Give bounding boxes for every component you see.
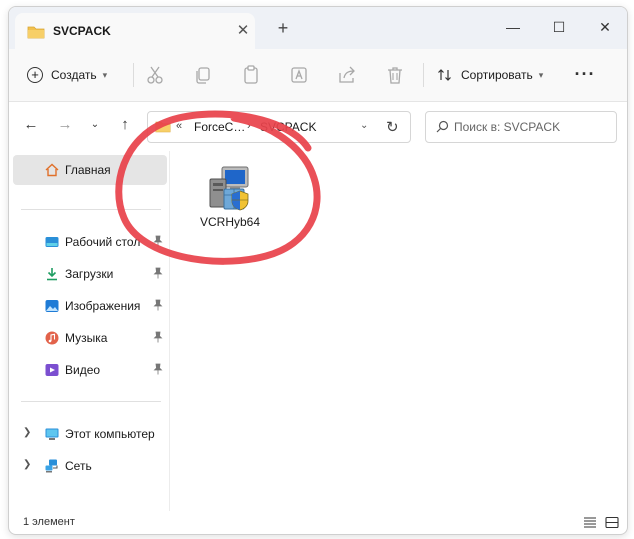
computer-icon: [45, 428, 59, 440]
copy-icon[interactable]: [191, 63, 215, 87]
paste-icon[interactable]: [239, 63, 263, 87]
search-placeholder: Поиск в: SVCPACK: [454, 120, 561, 134]
music-icon: [45, 331, 59, 345]
details-view-icon[interactable]: [583, 516, 597, 529]
new-tab-button[interactable]: +: [273, 19, 293, 39]
file-item[interactable]: VCRHyb64: [187, 165, 273, 245]
breadcrumb-forcec[interactable]: ForceC…: [194, 120, 245, 134]
tab-title: SVCPACK: [53, 24, 111, 38]
plus-icon: +: [27, 67, 43, 83]
search-box[interactable]: Поиск в: SVCPACK: [425, 111, 617, 143]
search-icon: [436, 120, 449, 133]
pin-icon[interactable]: [153, 299, 163, 311]
sidebar-item-music[interactable]: Музыка: [13, 323, 167, 353]
sidebar-item-pictures[interactable]: Изображения: [13, 291, 167, 321]
sidebar-item-label: Рабочий стол: [65, 235, 141, 249]
file-name: VCRHyb64: [199, 215, 261, 229]
explorer-window: SVCPACK ✕ + — ☐ ✕ + Создать ▾ Сортироват…: [8, 6, 628, 535]
sidebar-item-label: Главная: [65, 163, 111, 177]
item-count: 1 элемент: [23, 516, 75, 528]
download-icon: [47, 268, 57, 281]
more-options-button[interactable]: ···: [573, 63, 597, 87]
back-button[interactable]: ←: [19, 113, 43, 137]
create-label: Создать: [51, 68, 97, 82]
pin-icon[interactable]: [153, 267, 163, 279]
address-bar[interactable]: « ForceC… › SVCPACK ⌄ ↻: [147, 111, 411, 143]
folder-icon: [155, 121, 171, 133]
toolbar-divider: [423, 63, 424, 87]
pictures-icon: [45, 300, 59, 312]
create-button[interactable]: + Создать ▾: [27, 65, 107, 85]
cut-icon[interactable]: [143, 63, 167, 87]
delete-icon[interactable]: [383, 63, 407, 87]
folder-icon: [27, 26, 45, 39]
breadcrumb-separator[interactable]: ›: [247, 120, 251, 132]
sidebar-item-desktop[interactable]: Рабочий стол: [13, 227, 167, 257]
sidebar-item-label: Этот компьютер: [65, 427, 155, 441]
sort-icon: [438, 69, 451, 81]
breadcrumb-svcpack[interactable]: SVCPACK: [260, 120, 316, 134]
expand-chevron-icon[interactable]: ❯: [23, 427, 31, 438]
sidebar-item-label: Видео: [65, 363, 101, 377]
sidebar-item-home[interactable]: Главная: [13, 155, 167, 185]
sidebar-item-video[interactable]: Видео: [13, 355, 167, 385]
tab-close-button[interactable]: ✕: [233, 21, 253, 41]
sort-button[interactable]: Сортировать ▾: [437, 65, 543, 85]
sidebar-item-this-pc[interactable]: ❯ Этот компьютер: [13, 419, 167, 449]
sidebar-divider: [21, 401, 161, 402]
title-bar: SVCPACK ✕ + — ☐ ✕: [9, 7, 627, 49]
network-icon: [45, 459, 58, 473]
maximize-button[interactable]: ☐: [537, 13, 581, 41]
tiles-view-icon[interactable]: [605, 516, 619, 529]
navigation-pane: Главная Рабочий стол Загрузки Изображени…: [9, 151, 169, 511]
sidebar-item-downloads[interactable]: Загрузки: [13, 259, 167, 289]
recent-locations-button[interactable]: ⌄: [83, 113, 107, 137]
video-icon: [45, 364, 59, 376]
file-list: VCRHyb64: [171, 151, 627, 511]
overflow-chevron[interactable]: «: [176, 120, 182, 132]
refresh-icon[interactable]: ↻: [386, 118, 399, 136]
sidebar-item-label: Музыка: [65, 331, 108, 345]
chevron-down-icon: ▾: [102, 69, 108, 80]
share-icon[interactable]: [335, 63, 359, 87]
sidebar-divider: [21, 209, 161, 210]
pin-icon[interactable]: [153, 331, 163, 343]
desktop-icon: [45, 237, 59, 247]
sidebar-item-network[interactable]: ❯ Сеть: [13, 451, 167, 481]
sidebar-item-label: Загрузки: [65, 267, 114, 281]
command-bar: + Создать ▾ Сортировать ▾ ···: [9, 49, 627, 102]
toolbar-divider: [133, 63, 134, 87]
expand-chevron-icon[interactable]: ❯: [23, 459, 31, 470]
pin-icon[interactable]: [153, 363, 163, 375]
sidebar-item-label: Сеть: [65, 459, 92, 473]
sidebar-item-label: Изображения: [65, 299, 141, 313]
close-button[interactable]: ✕: [583, 13, 627, 41]
status-bar: 1 элемент: [9, 513, 627, 533]
minimize-button[interactable]: —: [491, 13, 535, 41]
up-button[interactable]: ↑: [113, 113, 137, 137]
address-dropdown-icon[interactable]: ⌄: [360, 120, 368, 131]
pane-divider: [169, 151, 170, 511]
forward-button[interactable]: →: [53, 113, 77, 137]
tab-svcpack[interactable]: SVCPACK ✕: [15, 13, 255, 49]
pin-icon[interactable]: [153, 235, 163, 247]
rename-icon[interactable]: [287, 63, 311, 87]
sort-label: Сортировать: [461, 68, 533, 82]
home-icon: [45, 163, 59, 177]
chevron-down-icon: ▾: [538, 69, 544, 80]
installer-icon: [209, 166, 249, 211]
